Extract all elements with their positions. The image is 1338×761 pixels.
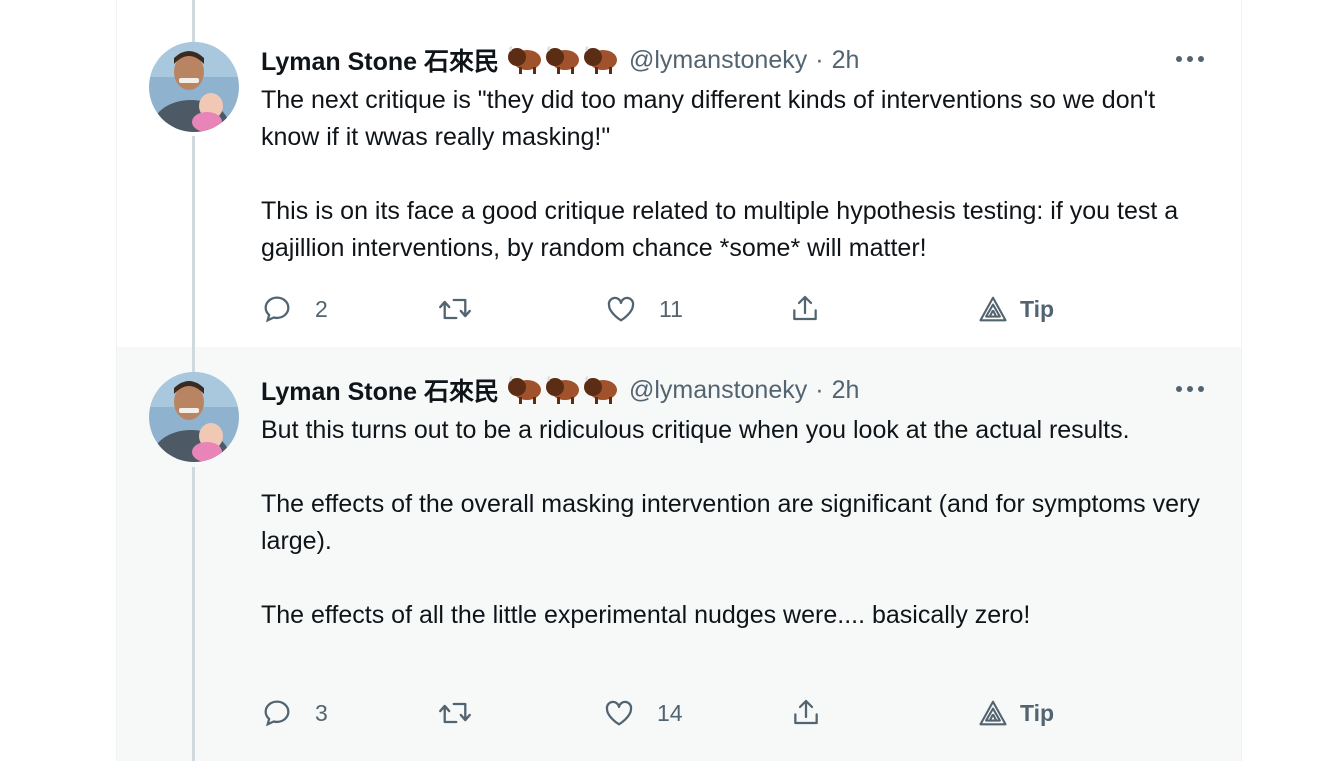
timestamp[interactable]: 2h bbox=[832, 46, 860, 75]
tip-button[interactable]: Tip bbox=[978, 289, 1054, 329]
author-handle[interactable]: @lymanstoneky bbox=[629, 46, 807, 75]
tweet[interactable]: Lyman Stone 石來民 @lymanstoneky · 2h But t… bbox=[117, 347, 1241, 761]
heart-icon bbox=[607, 296, 635, 322]
reply-count: 2 bbox=[315, 295, 328, 322]
avatar[interactable] bbox=[149, 42, 239, 132]
thread-line-top bbox=[192, 347, 195, 372]
retweet-button[interactable] bbox=[437, 289, 495, 329]
dot-separator: · bbox=[815, 45, 824, 74]
bison-emoji-icon bbox=[546, 46, 579, 74]
more-options-icon[interactable] bbox=[1173, 372, 1207, 406]
retweet-button[interactable] bbox=[437, 693, 495, 733]
author-emoji-group bbox=[507, 375, 621, 405]
tweet-header: Lyman Stone 石來民 @lymanstoneky · 2h bbox=[261, 372, 859, 408]
retweet-icon bbox=[439, 702, 471, 724]
bison-emoji-icon bbox=[508, 376, 541, 404]
heart-icon bbox=[605, 700, 633, 726]
thread-line-bottom bbox=[192, 136, 195, 347]
reply-icon bbox=[264, 296, 290, 323]
tweet-text: The next critique is "they did too many … bbox=[261, 86, 1179, 262]
tweet-header: Lyman Stone 石來民 @lymanstoneky · 2h bbox=[261, 42, 859, 78]
thread-line-bottom bbox=[192, 467, 195, 761]
tip-label: Tip bbox=[1020, 699, 1055, 726]
like-button[interactable]: 14 bbox=[603, 693, 683, 733]
tip-button[interactable]: Tip bbox=[978, 693, 1054, 733]
tweet[interactable]: Lyman Stone 石來民 @lymanstoneky · 2h The n… bbox=[117, 0, 1241, 347]
share-button[interactable] bbox=[789, 289, 821, 329]
tweet-actions: 2 11 Tip bbox=[261, 289, 1081, 329]
like-button[interactable]: 11 bbox=[605, 289, 683, 329]
tip-icon bbox=[979, 296, 1007, 322]
share-icon bbox=[794, 699, 818, 725]
tweet-text: But this turns out to be a ridiculous cr… bbox=[261, 416, 1200, 629]
timeline: Lyman Stone 石來民 @lymanstoneky · 2h The n… bbox=[116, 0, 1242, 761]
author-handle[interactable]: @lymanstoneky bbox=[629, 376, 807, 405]
reply-count: 3 bbox=[315, 699, 328, 726]
bison-emoji-icon bbox=[584, 46, 617, 74]
reply-icon bbox=[264, 700, 290, 727]
bison-emoji-icon bbox=[546, 376, 579, 404]
tip-icon bbox=[979, 700, 1007, 726]
reply-button[interactable]: 3 bbox=[261, 693, 328, 733]
dot-separator: · bbox=[815, 375, 824, 404]
more-options-icon[interactable] bbox=[1173, 42, 1207, 76]
like-count: 11 bbox=[659, 295, 683, 322]
author-name[interactable]: Lyman Stone 石來民 bbox=[261, 42, 499, 78]
share-icon bbox=[793, 295, 817, 321]
bison-emoji-icon bbox=[584, 376, 617, 404]
reply-button[interactable]: 2 bbox=[261, 289, 328, 329]
like-count: 14 bbox=[657, 699, 683, 726]
bison-emoji-icon bbox=[508, 46, 541, 74]
author-emoji-group bbox=[507, 45, 621, 75]
thread-line-top bbox=[192, 0, 195, 42]
avatar[interactable] bbox=[149, 372, 239, 462]
tip-label: Tip bbox=[1020, 295, 1055, 322]
retweet-icon bbox=[439, 298, 471, 320]
author-name[interactable]: Lyman Stone 石來民 bbox=[261, 372, 499, 408]
tweet-actions: 3 14 Tip bbox=[261, 693, 1081, 733]
share-button[interactable] bbox=[790, 693, 822, 733]
timestamp[interactable]: 2h bbox=[832, 376, 860, 405]
